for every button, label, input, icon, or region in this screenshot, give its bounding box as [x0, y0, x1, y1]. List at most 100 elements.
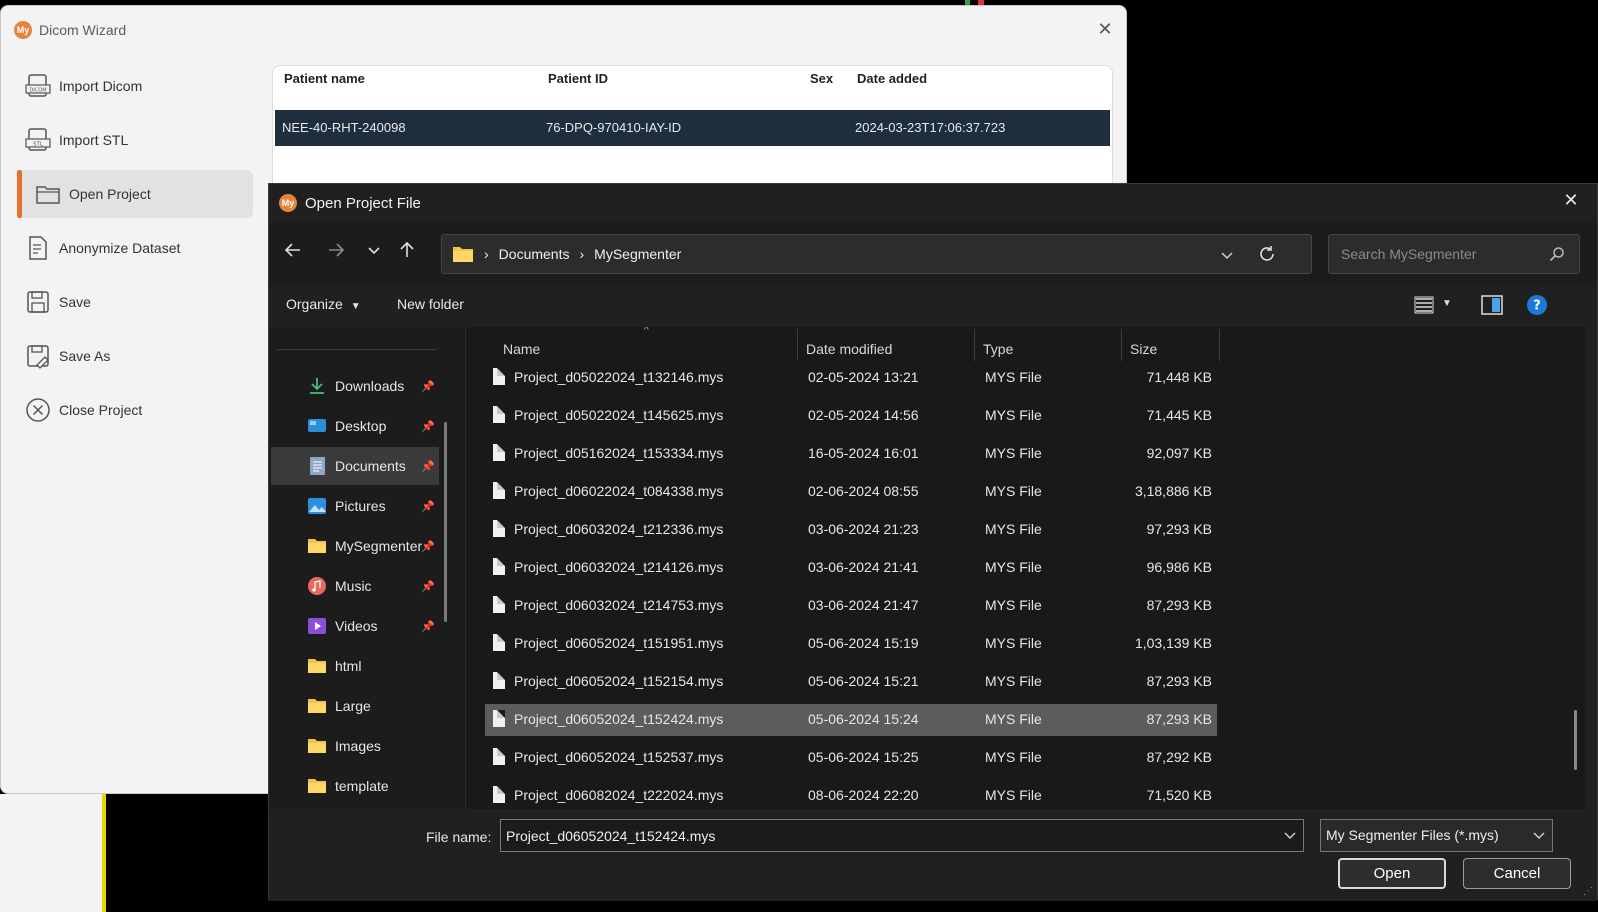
resize-grip-icon[interactable]: ⋰ [1583, 886, 1593, 897]
organize-button[interactable]: Organize ▼ [286, 296, 361, 312]
file-icon [493, 520, 505, 537]
file-name-label: File name: [426, 829, 492, 845]
file-row[interactable]: Project_d05022024_t145625.mys 02-05-2024… [485, 400, 1217, 432]
file-row[interactable]: Project_d06082024_t222024.mys 08-06-2024… [485, 780, 1217, 809]
background-yellow-line [102, 794, 106, 912]
column-header-date-added[interactable]: Date added [857, 71, 927, 97]
file-row[interactable]: Project_d05162024_t153334.mys 16-05-2024… [485, 438, 1217, 470]
svg-text:STL: STL [33, 142, 44, 148]
file-row[interactable]: Project_d06022024_t084338.mys 02-06-2024… [485, 476, 1217, 508]
nav-item-html[interactable]: html [271, 647, 439, 685]
breadcrumb-mysegmenter[interactable]: MySegmenter [594, 246, 681, 262]
nav-item-documents[interactable]: Documents 📌 [271, 447, 439, 485]
file-name: Project_d05022024_t132146.mys [514, 369, 724, 385]
recent-locations-button[interactable] [360, 240, 388, 268]
dialog-title: Open Project File [305, 194, 421, 212]
table-row[interactable]: NEE-40-RHT-240098 76-DPQ-970410-IAY-ID 2… [275, 110, 1110, 146]
view-options-button[interactable]: ▼ [1414, 295, 1460, 317]
dialog-close-button[interactable]: ✕ [1559, 190, 1583, 211]
folder-icon [35, 181, 61, 207]
address-bar[interactable]: › Documents › MySegmenter [441, 234, 1312, 274]
nav-item-desktop[interactable]: Desktop 📌 [271, 407, 439, 445]
open-button[interactable]: Open [1338, 858, 1446, 889]
column-separator[interactable] [1121, 329, 1122, 361]
file-row[interactable]: Project_d05022024_t132146.mys 02-05-2024… [485, 362, 1217, 394]
open-project-dialog: My Open Project File ✕ › Documents › MyS… [268, 183, 1598, 901]
preview-pane-button[interactable] [1481, 295, 1503, 320]
column-header-patient-id[interactable]: Patient ID [548, 71, 608, 97]
nav-item-mysegmenter[interactable]: MySegmenter 📌 [271, 527, 439, 565]
file-type: MYS File [985, 787, 1042, 803]
menu-open-project[interactable]: Open Project [17, 170, 253, 218]
file-date: 03-06-2024 21:47 [808, 597, 919, 613]
help-button[interactable]: ? [1526, 294, 1548, 321]
column-header-type[interactable]: Type [983, 335, 1013, 363]
file-list-scrollbar[interactable] [1574, 710, 1577, 770]
download-icon [310, 378, 324, 394]
file-icon [493, 786, 505, 803]
breadcrumb-documents[interactable]: Documents [499, 246, 570, 262]
column-header-size[interactable]: Size [1130, 335, 1157, 363]
nav-item-large[interactable]: Large [271, 687, 439, 725]
file-row[interactable]: Project_d06032024_t214753.mys 03-06-2024… [485, 590, 1217, 622]
menu-close-project[interactable]: Close Project [17, 386, 253, 434]
file-name-input[interactable]: Project_d06052024_t152424.mys [500, 819, 1304, 852]
dicom-file-icon: DICOM [25, 73, 51, 99]
file-row[interactable]: Project_d06052024_t152154.mys 05-06-2024… [485, 666, 1217, 698]
nav-item-videos[interactable]: Videos 📌 [271, 607, 439, 645]
file-icon [493, 482, 505, 499]
file-date: 16-05-2024 16:01 [808, 445, 919, 461]
file-icon [493, 748, 505, 765]
nav-item-downloads[interactable]: Downloads 📌 [271, 367, 439, 405]
nav-label: Desktop [335, 418, 387, 434]
file-icon [493, 710, 505, 727]
file-row[interactable]: Project_d06032024_t214126.mys 03-06-2024… [485, 552, 1217, 584]
nav-item-music[interactable]: Music 📌 [271, 567, 439, 605]
search-input[interactable]: Search MySegmenter [1328, 234, 1580, 274]
chevron-down-icon[interactable] [1220, 248, 1234, 262]
up-button[interactable] [393, 240, 421, 268]
forward-button[interactable] [322, 240, 350, 268]
file-row[interactable]: Project_d06032024_t212336.mys 03-06-2024… [485, 514, 1217, 546]
nav-label: Pictures [335, 498, 386, 514]
file-row[interactable]: Project_d06052024_t151951.mys 05-06-2024… [485, 628, 1217, 660]
nav-item-pictures[interactable]: Pictures 📌 [271, 487, 439, 525]
pin-icon: 📌 [421, 620, 435, 633]
menu-save[interactable]: Save [17, 278, 253, 326]
menu-import-stl[interactable]: STL Import STL [17, 116, 253, 164]
file-name: Project_d05162024_t153334.mys [514, 445, 724, 461]
refresh-button[interactable] [1256, 243, 1280, 267]
file-size: 87,293 KB [1146, 711, 1212, 727]
column-separator[interactable] [797, 329, 798, 361]
menu-save-as[interactable]: Save As [17, 332, 253, 380]
cancel-button[interactable]: Cancel [1463, 858, 1571, 889]
nav-item-template[interactable]: template [271, 767, 439, 805]
column-header-sex[interactable]: Sex [810, 71, 833, 97]
file-row[interactable]: Project_d06052024_t152537.mys 05-06-2024… [485, 742, 1217, 774]
file-icon [493, 368, 505, 385]
column-header-name[interactable]: Name [503, 335, 540, 363]
file-type: MYS File [985, 483, 1042, 499]
back-button[interactable] [279, 240, 307, 268]
nav-item-images[interactable]: Images [271, 727, 439, 765]
column-header-patient-name[interactable]: Patient name [284, 71, 365, 97]
column-header-date-modified[interactable]: Date modified [806, 335, 892, 363]
menu-import-dicom[interactable]: DICOM Import Dicom [17, 62, 253, 110]
column-separator[interactable] [974, 329, 975, 361]
folder-icon [308, 539, 326, 553]
svg-text:DICOM: DICOM [29, 88, 46, 94]
file-name: Project_d06022024_t084338.mys [514, 483, 724, 499]
file-row-selected[interactable]: Project_d06052024_t152424.mys 05-06-2024… [485, 704, 1217, 736]
new-folder-button[interactable]: New folder [397, 296, 464, 312]
column-separator[interactable] [1219, 329, 1220, 361]
file-type-select[interactable]: My Segmenter Files (*.mys) [1320, 819, 1553, 852]
wizard-title-bar: My Dicom Wizard [14, 16, 126, 44]
wizard-close-button[interactable]: ✕ [1095, 20, 1115, 40]
chevron-down-icon[interactable] [1283, 830, 1297, 842]
nav-pane-scrollbar[interactable] [444, 422, 447, 622]
file-date: 03-06-2024 21:41 [808, 559, 919, 575]
menu-anonymize-dataset[interactable]: Anonymize Dataset [17, 224, 253, 272]
file-type: MYS File [985, 749, 1042, 765]
file-size: 87,293 KB [1146, 673, 1212, 689]
file-list: ^ Name Date modified Type Size Project_d… [466, 327, 1585, 809]
